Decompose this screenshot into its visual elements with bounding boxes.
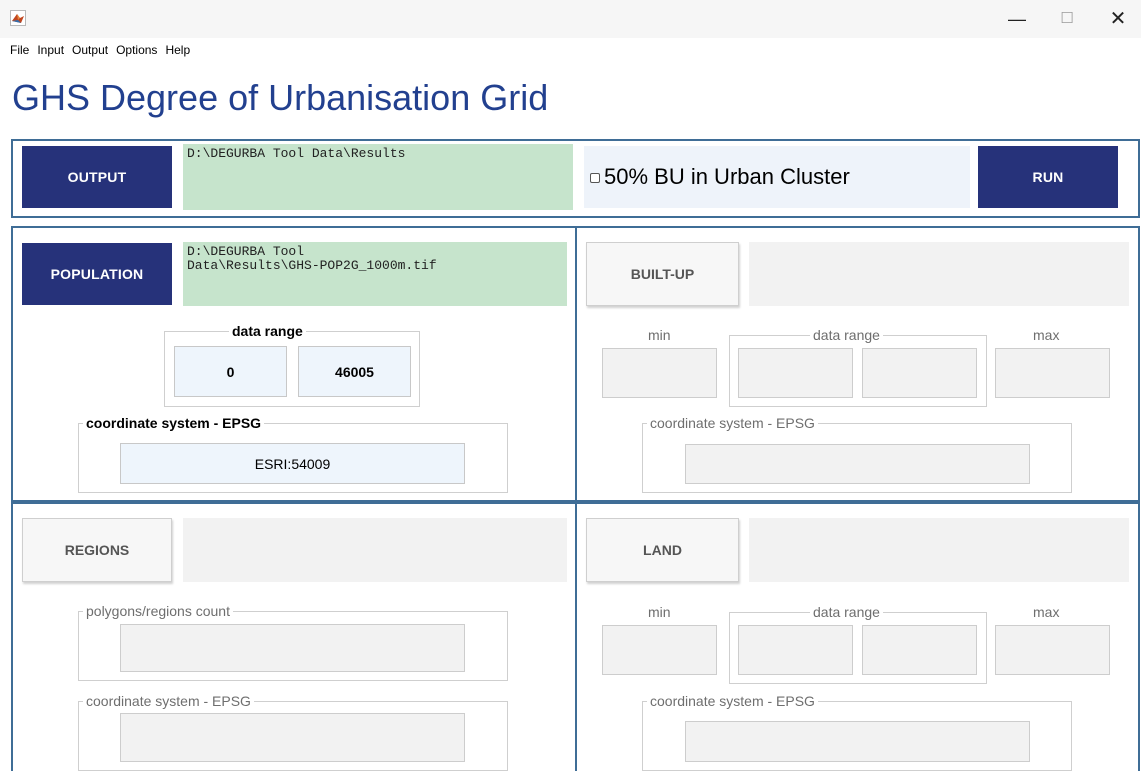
population-crs-field[interactable]: ESRI:54009: [120, 443, 465, 484]
builtup-range-min-field[interactable]: [738, 348, 853, 398]
builtup-button[interactable]: BUILT-UP: [586, 242, 739, 306]
land-min-field[interactable]: [602, 625, 717, 675]
land-path-field[interactable]: [749, 518, 1129, 582]
land-range-max-field[interactable]: [862, 625, 977, 675]
builtup-range-max-field[interactable]: [862, 348, 977, 398]
regions-button[interactable]: REGIONS: [22, 518, 172, 582]
minimize-icon[interactable]: —: [997, 8, 1037, 30]
window-title-bar: [0, 0, 1141, 38]
menu-options[interactable]: Options: [116, 40, 165, 60]
population-data-range-label: data range: [229, 323, 306, 339]
builtup-data-range-label: data range: [810, 327, 883, 343]
regions-crs-label: coordinate system - EPSG: [83, 693, 254, 709]
menu-output[interactable]: Output: [72, 40, 116, 60]
builtup-crs-field[interactable]: [685, 444, 1030, 484]
population-button[interactable]: POPULATION: [22, 243, 172, 305]
builtup-max-label: max: [1033, 327, 1060, 343]
maximize-icon[interactable]: ☐: [1047, 8, 1087, 30]
matlab-icon: [10, 10, 26, 26]
output-button[interactable]: OUTPUT: [22, 146, 172, 208]
close-icon[interactable]: ✕: [1098, 8, 1138, 30]
menu-help[interactable]: Help: [165, 40, 198, 60]
checkbox-icon[interactable]: [590, 173, 600, 183]
menu-input[interactable]: Input: [37, 40, 72, 60]
population-path-field[interactable]: D:\DEGURBA Tool Data\Results\GHS-POP2G_1…: [183, 242, 567, 306]
regions-count-label: polygons/regions count: [83, 603, 233, 619]
regions-count-field[interactable]: [120, 624, 465, 672]
land-crs-field[interactable]: [685, 721, 1030, 762]
land-button[interactable]: LAND: [586, 518, 739, 582]
output-panel: [11, 139, 1140, 218]
menu-file[interactable]: File: [10, 40, 37, 60]
population-crs-label: coordinate system - EPSG: [83, 415, 265, 431]
land-crs-label: coordinate system - EPSG: [647, 693, 818, 709]
land-max-field[interactable]: [995, 625, 1110, 675]
output-path-field[interactable]: D:\DEGURBA Tool Data\Results: [183, 144, 573, 210]
builtup-crs-label: coordinate system - EPSG: [647, 415, 818, 431]
run-button[interactable]: RUN: [978, 146, 1118, 208]
builtup-max-field[interactable]: [995, 348, 1110, 398]
builtup-min-label: min: [648, 327, 671, 343]
land-data-range-label: data range: [810, 604, 883, 620]
menu-bar: File Input Output Options Help: [0, 40, 198, 60]
land-max-label: max: [1033, 604, 1060, 620]
bu50-checkbox-label: 50% BU in Urban Cluster: [604, 164, 850, 189]
land-min-label: min: [648, 604, 671, 620]
page-title: GHS Degree of Urbanisation Grid: [12, 77, 549, 118]
regions-path-field[interactable]: [183, 518, 567, 582]
population-range-max-field[interactable]: 46005: [298, 346, 411, 397]
bu50-checkbox-control[interactable]: 50% BU in Urban Cluster: [584, 146, 970, 208]
builtup-min-field[interactable]: [602, 348, 717, 398]
builtup-path-field[interactable]: [749, 242, 1129, 306]
population-range-min-field[interactable]: 0: [174, 346, 287, 397]
regions-crs-field[interactable]: [120, 713, 465, 762]
land-range-min-field[interactable]: [738, 625, 853, 675]
